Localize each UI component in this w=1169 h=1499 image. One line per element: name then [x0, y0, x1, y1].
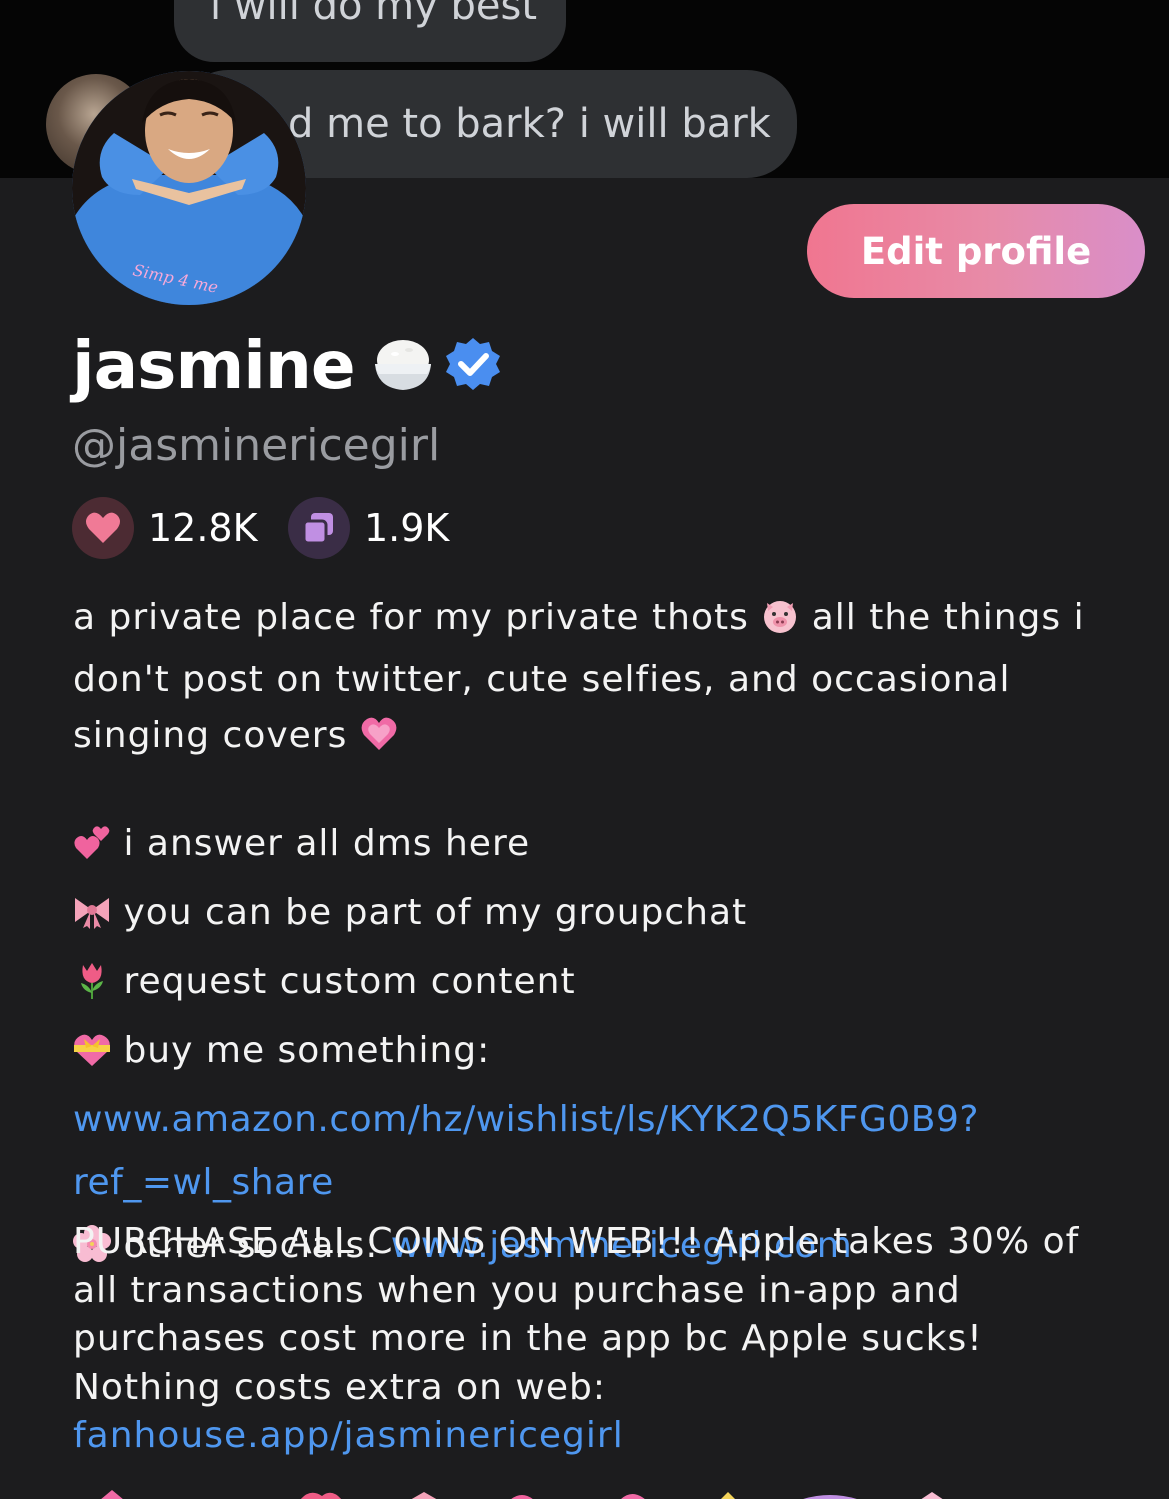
posts-count: 1.9K	[364, 506, 450, 550]
verified-badge-icon	[445, 336, 501, 396]
ribbon-icon	[73, 887, 111, 950]
bio-list-item: i answer all dms here	[73, 812, 1113, 881]
bio-list-item-text: you can be part of my groupchat	[123, 892, 748, 933]
bio-list: i answer all dms here you can be part of…	[73, 812, 1113, 1283]
likes-heart-icon	[72, 497, 134, 559]
wishlist-link[interactable]: www.amazon.com/hz/wishlist/ls/KYK2Q5KFG0…	[73, 1099, 979, 1203]
bio-list-item: request custom content	[73, 950, 1113, 1019]
bio-intro: a private place for my private thots all…	[73, 590, 1113, 770]
two-hearts-icon	[73, 818, 111, 881]
fanhouse-link[interactable]: fanhouse.app/jasminericegirl	[73, 1415, 624, 1456]
emoji-row	[60, 1485, 1160, 1499]
bio-list-item-text: buy me something:	[123, 1030, 491, 1071]
bio-list-item-text: request custom content	[123, 961, 576, 1002]
profile-avatar[interactable]: Simp 4 me	[72, 71, 306, 305]
tulip-icon	[73, 956, 111, 1019]
bio-list-item: you can be part of my groupchat	[73, 881, 1113, 950]
growing-heart-icon	[360, 714, 398, 770]
purchase-notice-text: PURCHASE ALL COINS ON WEB!!! Apple takes…	[73, 1221, 1080, 1408]
rice-bowl-icon	[371, 332, 435, 400]
chat-message-bubble: i will do my best	[174, 0, 566, 62]
bio-intro-text: a private place for my private thots	[73, 597, 762, 638]
emoji-fragment-icon	[803, 1495, 857, 1499]
edit-profile-button[interactable]: Edit profile	[807, 204, 1145, 298]
posts-stack-icon	[288, 497, 350, 559]
profile-name: jasmine	[72, 327, 356, 404]
emoji-fragment-icon	[300, 1492, 342, 1499]
emoji-fragment-icon	[621, 1494, 645, 1499]
emoji-fragment-icon	[511, 1495, 533, 1499]
bio-list-item: buy me something: www.amazon.com/hz/wish…	[73, 1019, 1113, 1214]
profile-name-row: jasmine	[72, 326, 501, 406]
purchase-notice: PURCHASE ALL COINS ON WEB!!! Apple takes…	[73, 1218, 1113, 1461]
bio-list-item-text: i answer all dms here	[123, 823, 531, 864]
pig-face-icon	[761, 596, 799, 652]
heart-with-ribbon-icon	[73, 1025, 111, 1088]
profile-handle: @jasminericegirl	[72, 420, 441, 471]
likes-count: 12.8K	[148, 506, 258, 550]
